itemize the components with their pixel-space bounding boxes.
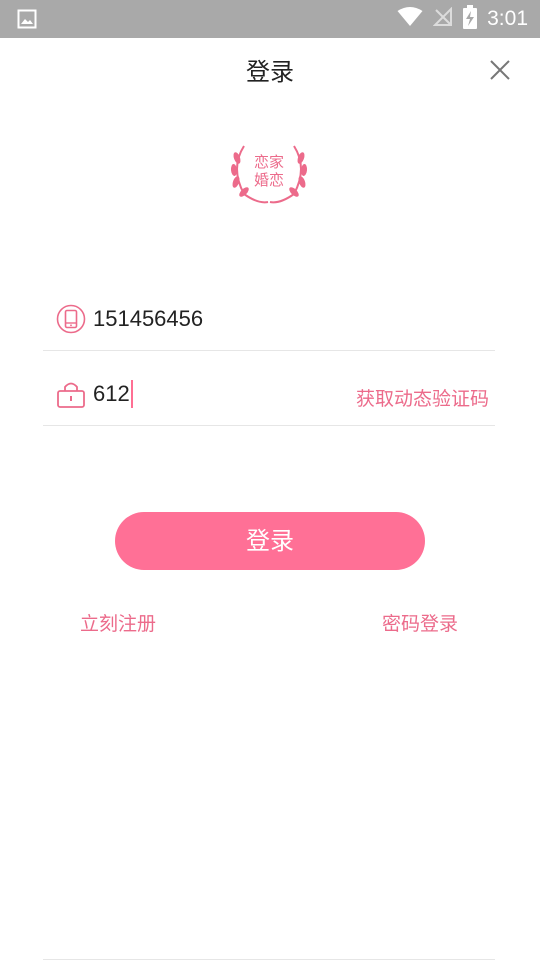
wifi-icon [397,7,423,31]
code-value: 612 [93,381,130,406]
get-code-button[interactable]: 获取动态验证码 [356,384,489,411]
login-button[interactable]: 登录 [115,512,425,570]
no-signal-icon [432,6,453,31]
page-title: 登录 [246,58,294,86]
app-logo: 恋家 婚恋 [226,138,312,208]
image-icon [17,9,37,33]
code-input[interactable]: 612 [93,380,133,408]
lock-icon [56,379,86,409]
password-login-link[interactable]: 密码登录 [382,609,458,636]
phone-icon [56,304,86,334]
status-bar: 3:01 [0,0,540,38]
header: 登录 [0,38,540,102]
battery-charging-icon [463,5,478,33]
close-icon[interactable] [488,58,512,82]
code-field[interactable]: 612 获取动态验证码 [43,366,495,426]
status-time: 3:01 [487,7,528,30]
text-cursor [130,380,133,408]
svg-text:婚恋: 婚恋 [254,171,284,189]
svg-text:恋家: 恋家 [254,153,284,171]
register-link[interactable]: 立刻注册 [80,609,156,636]
phone-field[interactable]: 151456456 [43,292,495,351]
phone-input[interactable]: 151456456 [93,306,203,332]
